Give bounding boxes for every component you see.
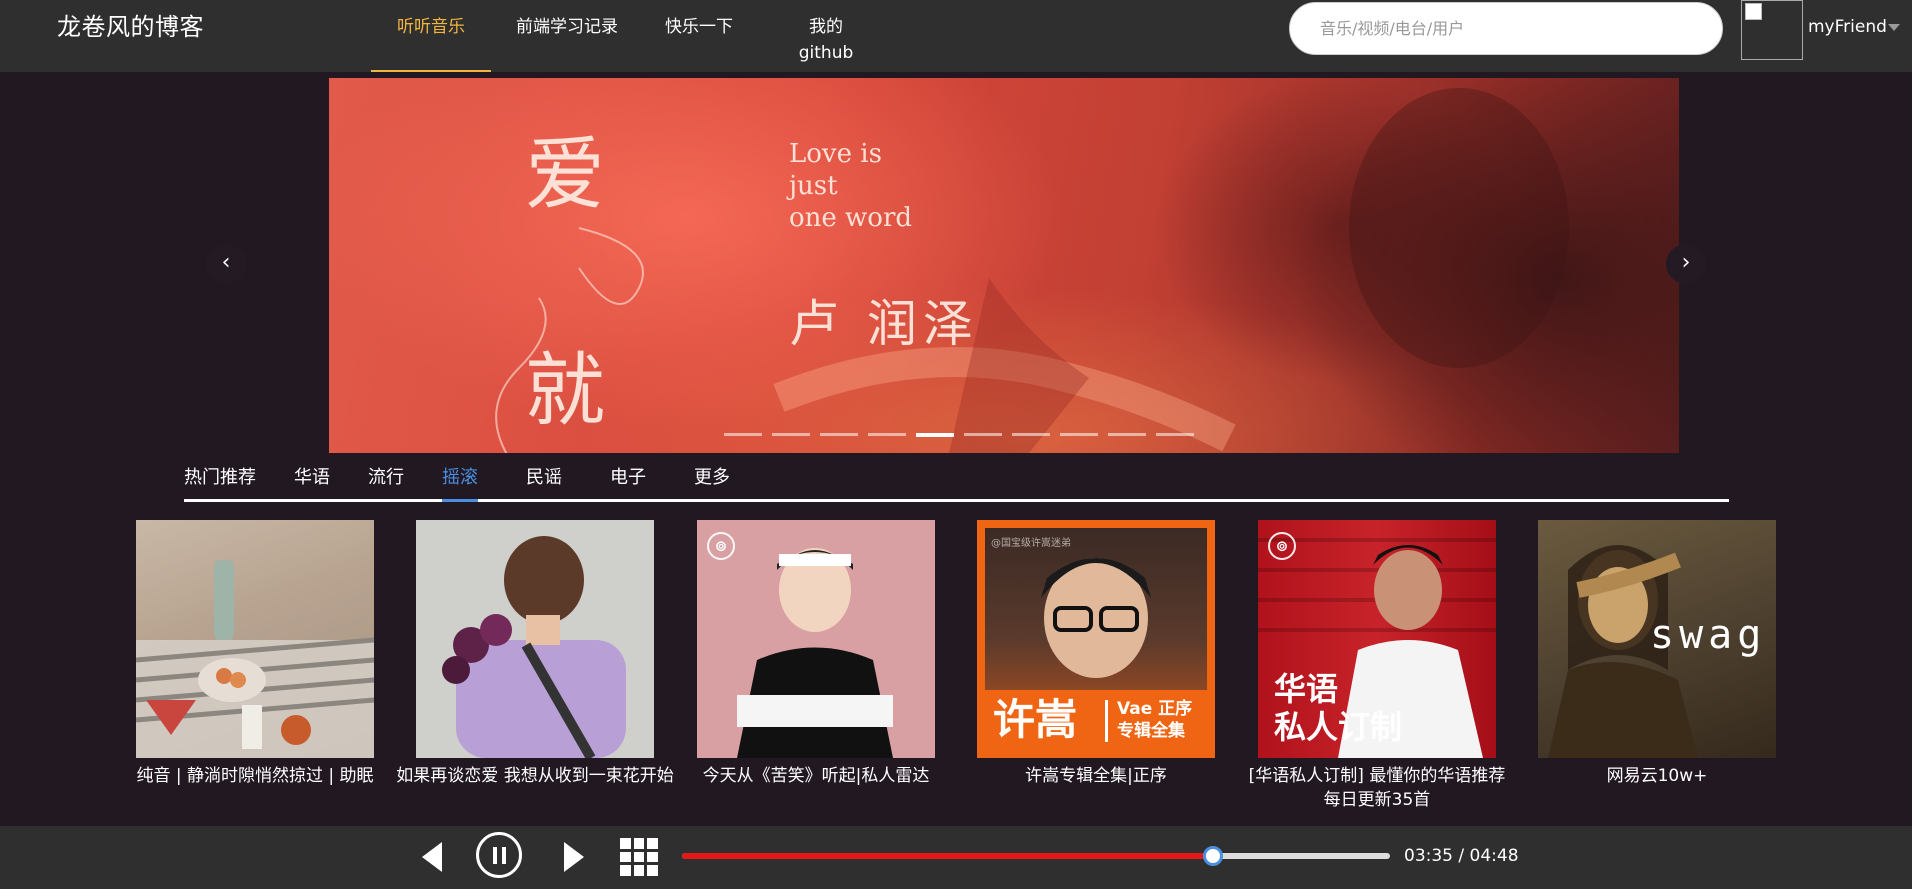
nav-item-music[interactable]: 听听音乐 bbox=[371, 0, 491, 72]
netease-logo-icon: ⊚ bbox=[707, 532, 735, 560]
playlist-cover[interactable]: ⊚ bbox=[697, 520, 935, 758]
progress-fill bbox=[682, 853, 1213, 859]
singer-portrait bbox=[737, 548, 893, 758]
avatar[interactable] bbox=[1741, 0, 1803, 60]
chevron-down-icon[interactable] bbox=[1888, 24, 1900, 31]
carousel-dot[interactable] bbox=[820, 433, 858, 436]
cover-title: 华语 私人订制 bbox=[1274, 670, 1403, 746]
banner-love-text: Love is just one word bbox=[789, 138, 912, 234]
playlist-cover[interactable] bbox=[136, 520, 374, 758]
site-logo-title[interactable]: 龙卷风的博客 bbox=[57, 11, 204, 43]
nav-item-frontend-notes[interactable]: 前端学习记录 bbox=[511, 0, 623, 72]
playlist-title[interactable]: 今天从《苦笑》听起|私人雷达 bbox=[677, 764, 955, 788]
cover-watermark: @国宝级许嵩迷弟 bbox=[991, 538, 1071, 549]
carousel-dot[interactable] bbox=[1108, 433, 1146, 436]
cover-subtitle-line: 专辑全集 bbox=[1117, 721, 1185, 741]
grid-cell bbox=[620, 838, 631, 849]
main-nav: 听听音乐 前端学习记录 快乐一下 我的github bbox=[371, 0, 869, 72]
tab-chinese[interactable]: 华语 bbox=[294, 462, 330, 499]
user-name[interactable]: myFriend bbox=[1808, 14, 1887, 40]
triangle-right-icon[interactable] bbox=[562, 840, 586, 874]
carousel-indicators bbox=[724, 433, 1194, 437]
banner-artist-name: 卢 润泽 bbox=[789, 295, 979, 353]
carousel-dot[interactable] bbox=[1012, 433, 1050, 436]
tab-more[interactable]: 更多 bbox=[694, 462, 730, 499]
playlist-title[interactable]: [华语私人订制] 最懂你的华语推荐 每日更新35首 bbox=[1238, 764, 1516, 812]
banner-love-line: Love is bbox=[789, 139, 882, 169]
tab-electronic[interactable]: 电子 bbox=[610, 462, 646, 499]
grid-cell bbox=[620, 851, 631, 863]
tab-folk[interactable]: 民谣 bbox=[526, 462, 562, 499]
grid-cell bbox=[633, 865, 645, 876]
playlist-title[interactable]: 许嵩专辑全集|正序 bbox=[957, 764, 1235, 788]
banner-text-jiu: 就 bbox=[525, 344, 605, 437]
time-display: 03:35 / 04:48 bbox=[1404, 846, 1519, 866]
grid-cell bbox=[633, 838, 645, 849]
progress-knob[interactable] bbox=[1203, 846, 1223, 866]
carousel-next-button[interactable]: › bbox=[1666, 244, 1706, 284]
tab-pop[interactable]: 流行 bbox=[368, 462, 404, 499]
grid-cell bbox=[633, 851, 645, 863]
search-input[interactable] bbox=[1289, 2, 1723, 55]
carousel-prev-button[interactable]: ‹ bbox=[206, 244, 246, 284]
banner-carousel: 爱 就 Love is just one word 卢 润泽 ‹ › bbox=[0, 78, 1912, 453]
music-player-bar: 03:35 / 04:48 bbox=[0, 826, 1912, 889]
playlist-cover[interactable]: @国宝级许嵩迷弟 许嵩 Vae 正序 专辑全集 bbox=[977, 520, 1215, 758]
grid-cell bbox=[647, 851, 658, 863]
grid-cell bbox=[620, 865, 631, 876]
cover-subtitle: Vae 正序 专辑全集 bbox=[1117, 698, 1192, 742]
nav-item-github[interactable]: 我的github bbox=[783, 0, 869, 72]
grid-cell bbox=[647, 838, 658, 849]
playlist-cover[interactable] bbox=[416, 520, 654, 758]
top-header: 龙卷风的博客 听听音乐 前端学习记录 快乐一下 我的github myFrien… bbox=[0, 0, 1912, 72]
carousel-dot[interactable] bbox=[964, 433, 1002, 436]
playlist-title[interactable]: 如果再谈恋爱 我想从收到一束花开始 bbox=[396, 764, 674, 788]
category-tabs: 热门推荐 华语 流行 摇滚 民谣 电子 更多 bbox=[184, 462, 1729, 502]
playlist-title[interactable]: 网易云10w+ bbox=[1518, 764, 1796, 788]
tab-hot[interactable]: 热门推荐 bbox=[184, 462, 256, 499]
tab-rock[interactable]: 摇滚 bbox=[442, 462, 478, 502]
carousel-dot[interactable] bbox=[1060, 433, 1098, 436]
carousel-dot[interactable] bbox=[1156, 433, 1194, 436]
playlist-cover[interactable]: swag bbox=[1538, 520, 1776, 758]
banner-love-line: one word bbox=[789, 203, 913, 233]
avatar-broken-image-icon bbox=[1745, 3, 1762, 20]
banner-slide[interactable]: 爱 就 Love is just one word 卢 润泽 bbox=[329, 78, 1679, 453]
playlist-grid: 纯音 | 静淌时隙悄然掠过 | 助眠 如果再谈恋爱 我想从收到一束花开始 ⊚ 今… bbox=[136, 520, 1776, 820]
cover-subtitle-line: Vae 正序 bbox=[1117, 699, 1193, 719]
carousel-dot[interactable] bbox=[868, 433, 906, 436]
playlist-cover[interactable]: ⊚ 华语 私人订制 bbox=[1258, 520, 1496, 758]
playlist-title[interactable]: 纯音 | 静淌时隙悄然掠过 | 助眠 bbox=[116, 764, 394, 788]
carousel-dot[interactable] bbox=[916, 433, 954, 437]
netease-logo-icon: ⊚ bbox=[1268, 532, 1296, 560]
pause-circle-icon[interactable] bbox=[476, 832, 522, 878]
progress-bar[interactable] bbox=[682, 846, 1390, 866]
grid-cell bbox=[647, 865, 658, 876]
cover-title: swag bbox=[1650, 612, 1767, 658]
grid-icon[interactable] bbox=[620, 838, 658, 876]
triangle-left-icon[interactable] bbox=[420, 840, 444, 874]
cover-divider bbox=[1105, 700, 1108, 742]
carousel-dot[interactable] bbox=[772, 433, 810, 436]
cover-title: 许嵩 bbox=[993, 695, 1078, 744]
carousel-dot[interactable] bbox=[724, 433, 762, 436]
nav-item-fun[interactable]: 快乐一下 bbox=[663, 0, 735, 72]
picnic-illustration bbox=[136, 560, 374, 758]
boy-with-flowers-illustration bbox=[442, 536, 626, 758]
banner-text-ai: 爱 bbox=[525, 128, 605, 221]
banner-love-line: just bbox=[789, 171, 838, 201]
